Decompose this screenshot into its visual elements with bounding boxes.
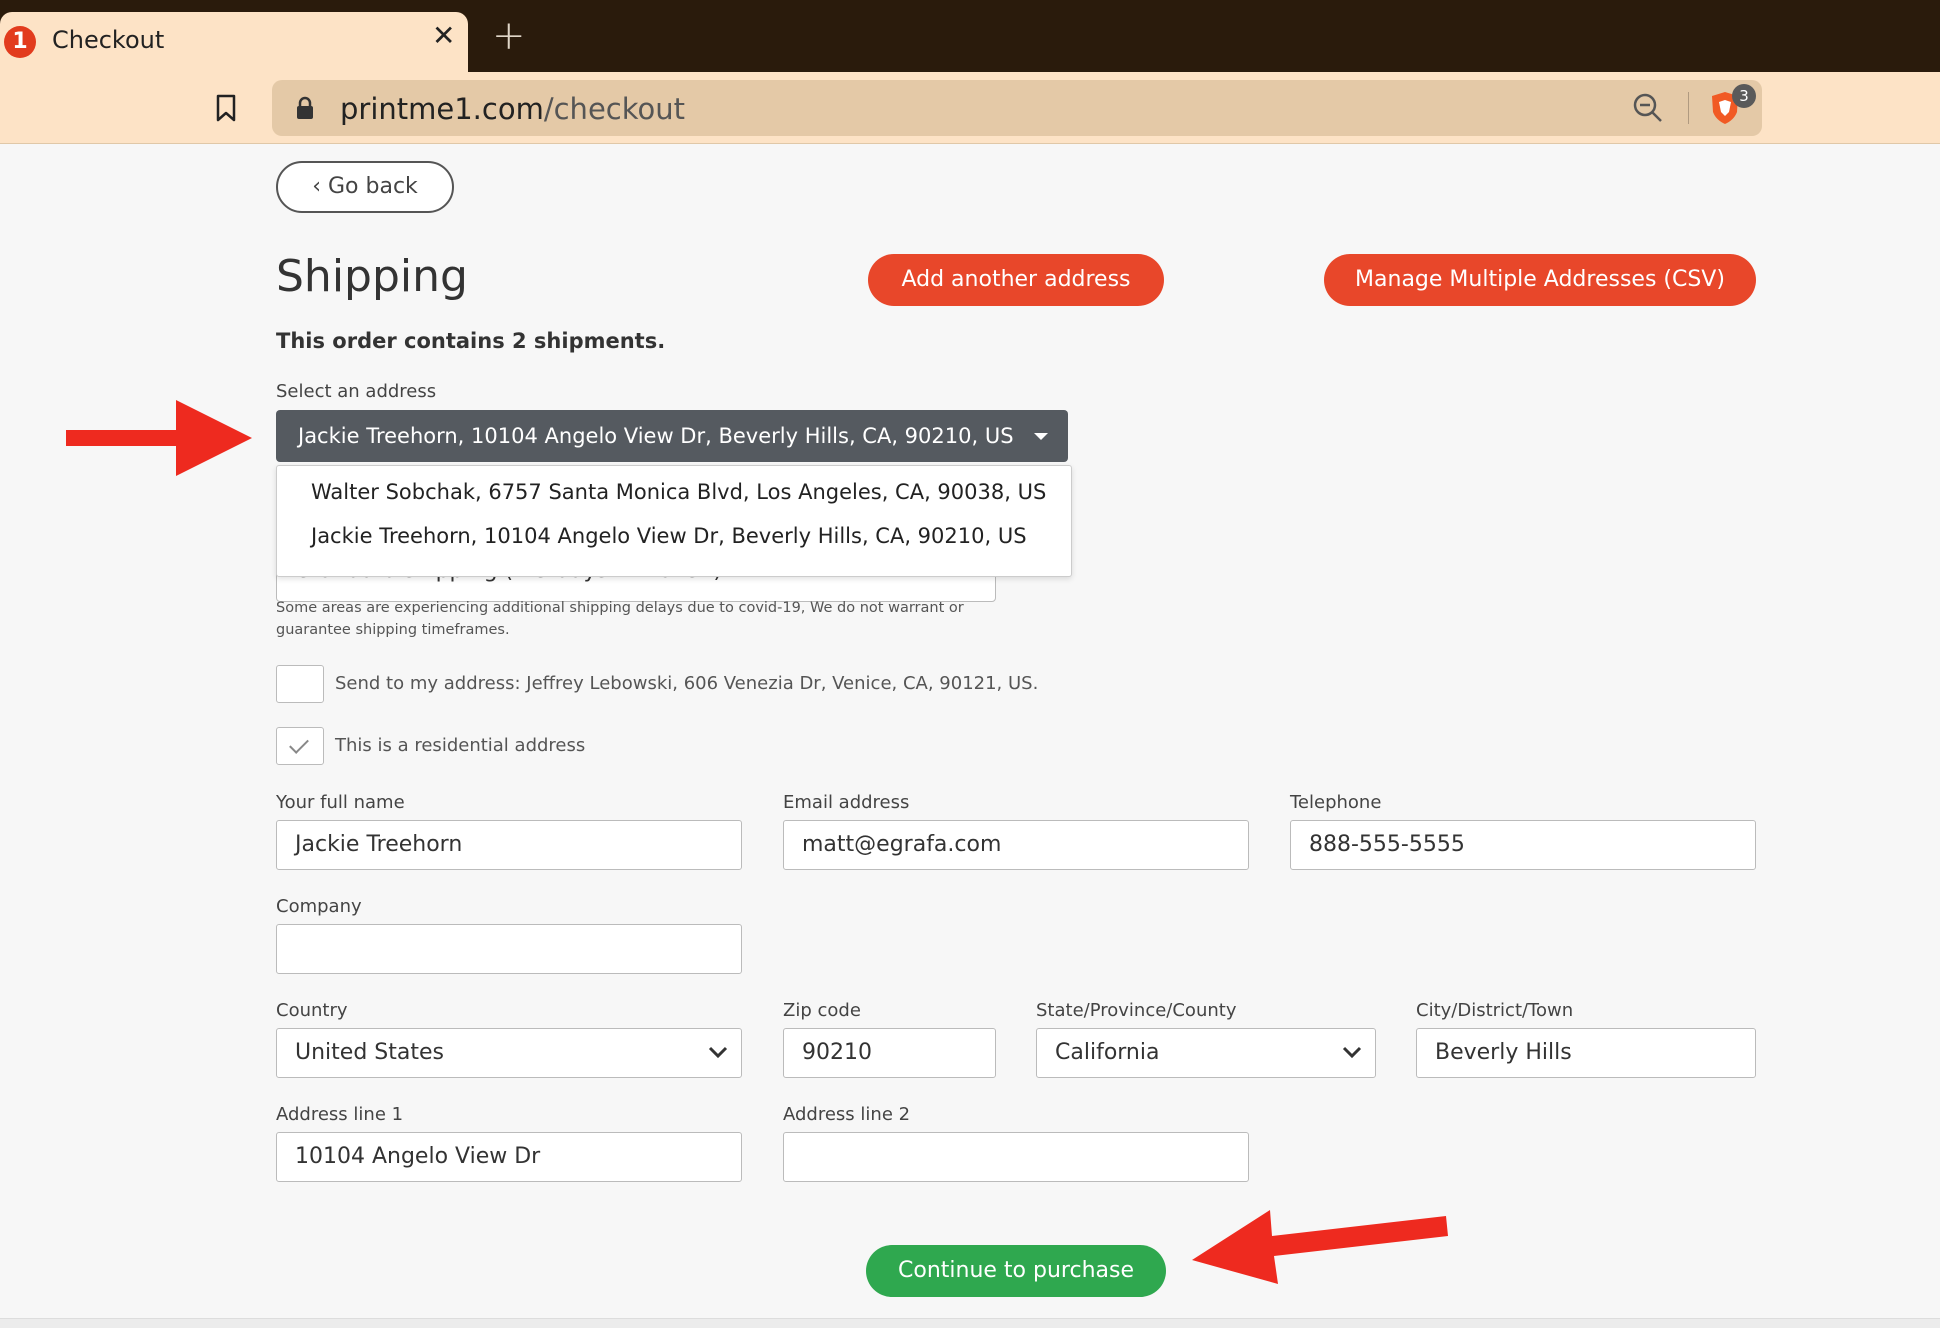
close-tab-icon[interactable]: ✕: [432, 22, 455, 50]
email-label: Email address: [783, 792, 910, 813]
tab-title: Checkout: [52, 26, 165, 54]
shipments-count-text: This order contains 2 shipments.: [276, 329, 666, 353]
red-arrow-left-icon: [1192, 1210, 1448, 1284]
browser-toolbar: printme1.com/checkout 3: [0, 72, 1940, 144]
caret-down-icon: [1034, 433, 1048, 440]
url-text[interactable]: printme1.com/checkout: [340, 92, 685, 126]
selected-address-text: Jackie Treehorn, 10104 Angelo View Dr, B…: [298, 424, 1014, 448]
company-label: Company: [276, 896, 362, 917]
new-tab-icon[interactable]: +: [492, 16, 526, 56]
browser-tab-checkout[interactable]: 1 Checkout ✕: [0, 12, 468, 72]
checkmark-icon: [289, 734, 309, 754]
address-select[interactable]: Jackie Treehorn, 10104 Angelo View Dr, B…: [276, 410, 1068, 462]
covid-shipping-note: Some areas are experiencing additional s…: [276, 600, 964, 638]
city-label: City/District/Town: [1416, 1000, 1574, 1021]
page-title: Shipping: [276, 251, 468, 302]
telephone-label: Telephone: [1290, 792, 1382, 813]
address-line-2-input[interactable]: [783, 1132, 1249, 1182]
go-back-button[interactable]: ‹ Go back: [276, 161, 454, 213]
zip-code-input[interactable]: 90210: [783, 1028, 996, 1078]
address-option-jackie-treehorn[interactable]: Jackie Treehorn, 10104 Angelo View Dr, B…: [311, 524, 1027, 548]
printme1-favicon-icon: 1: [4, 26, 36, 58]
residential-address-checkbox[interactable]: [276, 727, 324, 765]
country-label: Country: [276, 1000, 348, 1021]
zoom-out-icon[interactable]: [1632, 92, 1664, 124]
select-address-label: Select an address: [276, 381, 437, 402]
browser-tab-bar: 1 Checkout ✕ +: [0, 0, 1940, 72]
company-input[interactable]: [276, 924, 742, 974]
country-value: United States: [295, 1040, 444, 1065]
continue-to-purchase-button[interactable]: Continue to purchase: [866, 1245, 1166, 1297]
country-select[interactable]: United States: [276, 1028, 742, 1078]
checkout-page: ‹ Go back Shipping Add another address M…: [0, 145, 1940, 1328]
address-dropdown-menu: Walter Sobchak, 6757 Santa Monica Blvd, …: [276, 465, 1072, 577]
shields-count-badge: 3: [1732, 84, 1756, 108]
address-bar[interactable]: printme1.com/checkout 3: [272, 80, 1762, 136]
full-name-label: Your full name: [276, 792, 405, 813]
telephone-input[interactable]: 888-555-5555: [1290, 820, 1756, 870]
send-to-my-address-checkbox[interactable]: [276, 665, 324, 703]
send-to-my-address-label: Send to my address: Jeffrey Lebowski, 60…: [335, 673, 1039, 694]
address-line-1-input[interactable]: 10104 Angelo View Dr: [276, 1132, 742, 1182]
email-input[interactable]: matt@egrafa.com: [783, 820, 1249, 870]
url-divider: [1688, 92, 1689, 124]
zip-code-label: Zip code: [783, 1000, 861, 1021]
add-another-address-button[interactable]: Add another address: [868, 254, 1164, 306]
page-footer-divider: [0, 1318, 1940, 1328]
red-arrow-right-icon: [66, 400, 252, 476]
manage-multiple-addresses-csv-button[interactable]: Manage Multiple Addresses (CSV): [1324, 254, 1756, 306]
state-label: State/Province/County: [1036, 1000, 1237, 1021]
state-value: California: [1055, 1040, 1160, 1065]
lock-icon: [297, 96, 313, 119]
address-line-2-label: Address line 2: [783, 1104, 911, 1125]
residential-address-label: This is a residential address: [335, 735, 586, 756]
chevron-down-icon: [1342, 1046, 1362, 1059]
url-host: printme1.com: [340, 92, 544, 126]
city-input[interactable]: Beverly Hills: [1416, 1028, 1756, 1078]
go-back-label: Go back: [328, 174, 418, 199]
address-option-walter-sobchak[interactable]: Walter Sobchak, 6757 Santa Monica Blvd, …: [311, 480, 1046, 504]
chevron-left-icon: ‹: [312, 174, 328, 199]
url-path: /checkout: [543, 92, 685, 126]
bookmark-icon[interactable]: [216, 94, 236, 122]
state-select[interactable]: California: [1036, 1028, 1376, 1078]
chevron-down-icon: [708, 1046, 728, 1059]
address-line-1-label: Address line 1: [276, 1104, 404, 1125]
full-name-input[interactable]: Jackie Treehorn: [276, 820, 742, 870]
